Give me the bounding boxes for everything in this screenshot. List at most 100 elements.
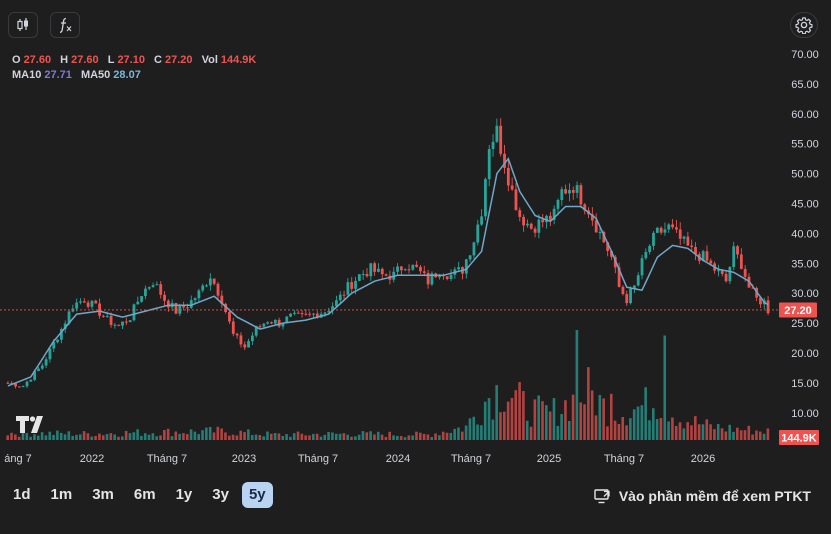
y-tick-label: 55.00 [791, 139, 819, 151]
period-1d[interactable]: 1d [6, 482, 38, 508]
candle-body [568, 189, 571, 194]
candle-body [151, 285, 155, 288]
candle-body [724, 273, 728, 282]
volume-bar [48, 431, 52, 440]
volume-bar [686, 422, 689, 440]
volume-bar [575, 330, 579, 440]
candle-body [354, 280, 357, 289]
candle-body [216, 283, 220, 296]
time-axis[interactable]: áng 7 2022 Tháng 7 2023 Tháng 7 2024 Tháng 7 20… [4, 453, 715, 465]
candle-body [124, 321, 128, 323]
settings-button[interactable] [790, 12, 818, 38]
volume-bar [327, 431, 330, 440]
candle-body [189, 300, 193, 308]
volume-bar [44, 435, 48, 440]
volume-bar [552, 398, 556, 440]
period-1y[interactable]: 1y [169, 482, 200, 508]
volume-bar [155, 436, 158, 440]
volume-bar [415, 431, 418, 440]
volume-bar [671, 417, 674, 440]
candle-body [598, 231, 602, 233]
volume-bar [174, 431, 178, 440]
volume-bar [640, 405, 644, 440]
volume-bar [189, 429, 193, 440]
chart-type-button[interactable] [8, 12, 38, 38]
price-axis[interactable]: 70.00 65.00 60.00 55.00 50.00 45.00 40.00 35.00… [779, 49, 819, 445]
volume-bar [117, 436, 120, 440]
candle-body [178, 305, 182, 314]
candle-body [37, 368, 40, 372]
volume-bar [90, 436, 94, 440]
volume-bar [147, 434, 151, 440]
period-3m[interactable]: 3m [85, 482, 121, 508]
volume-bar [739, 430, 743, 440]
volume-bar [621, 417, 625, 440]
candle-body [342, 294, 346, 296]
volume-bar [438, 435, 441, 440]
volume-bar [480, 425, 483, 440]
period-6m[interactable]: 6m [127, 482, 163, 508]
volume-bar [220, 428, 223, 440]
volume-bar [235, 435, 239, 440]
candle-body [518, 210, 522, 217]
period-3y[interactable]: 3y [205, 482, 236, 508]
volume-bar [338, 433, 342, 440]
volume-bar [346, 434, 349, 440]
last-price-label: 27.20 [784, 305, 812, 317]
volume-bar [659, 418, 663, 440]
y-tick-label: 70.00 [791, 49, 819, 61]
candle-body [621, 286, 625, 295]
volume-bar [182, 433, 185, 440]
candle-body [468, 255, 472, 260]
volume-bar [63, 434, 67, 440]
candle-body [163, 294, 166, 301]
volume-bar [743, 430, 747, 440]
candle-body [6, 382, 10, 384]
candle-body [659, 227, 663, 233]
candle-body [732, 246, 736, 267]
volume-bar [751, 434, 754, 440]
volume-bar [193, 431, 197, 440]
volume-bar [464, 425, 468, 440]
candle-body [457, 267, 461, 270]
period-1m[interactable]: 1m [44, 482, 80, 508]
volume-bar [518, 382, 521, 440]
candle-body [208, 278, 212, 286]
volume-bar [373, 434, 376, 440]
volume-bar [56, 430, 59, 440]
volume-bar [598, 394, 602, 440]
candle-body [625, 294, 629, 304]
x-tick-label: 2025 [537, 453, 561, 465]
candle-body [678, 229, 682, 239]
volume-bar [285, 434, 288, 440]
candle-body [323, 312, 327, 314]
volume-bar [483, 401, 487, 440]
volume-bar [579, 402, 583, 440]
indicators-button[interactable] [50, 12, 80, 38]
y-tick-label: 45.00 [791, 199, 819, 211]
price-chart[interactable]: 70.00 65.00 60.00 55.00 50.00 45.00 40.00 35.00… [0, 40, 831, 470]
candle-body [350, 282, 354, 289]
candle-body [384, 274, 388, 276]
volume-bar [17, 436, 21, 440]
candle-body [82, 301, 86, 303]
candle-body [522, 216, 526, 226]
volume-bar [648, 420, 651, 440]
candle-body [419, 266, 422, 272]
volume-bar [380, 434, 384, 440]
analysis-link[interactable]: Vào phần mềm để xem PTKT [594, 488, 811, 504]
volume-bar [747, 425, 751, 440]
candle-body [117, 324, 121, 326]
volume-bar [644, 387, 647, 440]
volume-bar [766, 428, 770, 440]
volume-bar [128, 433, 132, 440]
candle-body [159, 284, 163, 295]
volume-bar [525, 420, 529, 440]
candle-body [526, 223, 529, 226]
period-5y[interactable]: 5y [241, 482, 273, 508]
volume-bar [690, 425, 693, 440]
volume-bar [376, 431, 380, 440]
candle-body [571, 189, 575, 193]
last-volume-label: 144.9K [781, 433, 817, 445]
volume-bar [75, 434, 78, 440]
